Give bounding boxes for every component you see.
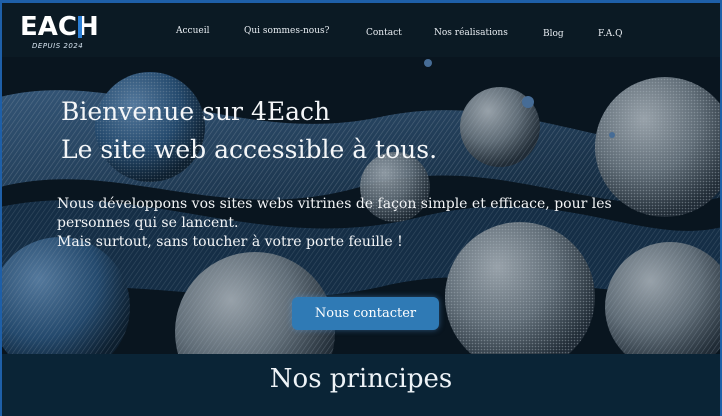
hero-description: Nous développons vos sites webs vitrines… bbox=[57, 195, 657, 252]
contact-button[interactable]: Nous contacter bbox=[292, 297, 439, 330]
logo-subtitle: DEPUIS 2024 bbox=[32, 42, 84, 50]
nav-item-qui-sommes-nous[interactable]: Qui sommes-nous? bbox=[244, 26, 329, 36]
hero-description-line-2: Mais surtout, sans toucher à votre porte… bbox=[57, 234, 403, 250]
logo-text: EACH bbox=[20, 12, 99, 42]
principles-section: Nos principes bbox=[0, 354, 722, 416]
site-header: EACH DEPUIS 2024 Accueil Qui sommes-nous… bbox=[0, 0, 722, 57]
hero-title: Bienvenue sur 4Each Le site web accessib… bbox=[61, 93, 437, 169]
hero-title-line-1: Bienvenue sur 4Each bbox=[61, 97, 331, 126]
nav-item-realisations[interactable]: Nos réalisations bbox=[434, 28, 508, 38]
nav-item-faq[interactable]: F.A.Q bbox=[598, 29, 622, 39]
hero-description-line-1: Nous développons vos sites webs vitrines… bbox=[57, 196, 612, 231]
logo[interactable]: EACH DEPUIS 2024 bbox=[20, 12, 99, 52]
nav-item-blog[interactable]: Blog bbox=[543, 29, 564, 39]
principles-title: Nos principes bbox=[269, 364, 453, 394]
hero-title-line-2: Le site web accessible à tous. bbox=[61, 135, 438, 164]
nav-item-contact[interactable]: Contact bbox=[366, 28, 402, 38]
nav-item-accueil[interactable]: Accueil bbox=[176, 26, 209, 36]
logo-accent-bar bbox=[78, 16, 82, 38]
